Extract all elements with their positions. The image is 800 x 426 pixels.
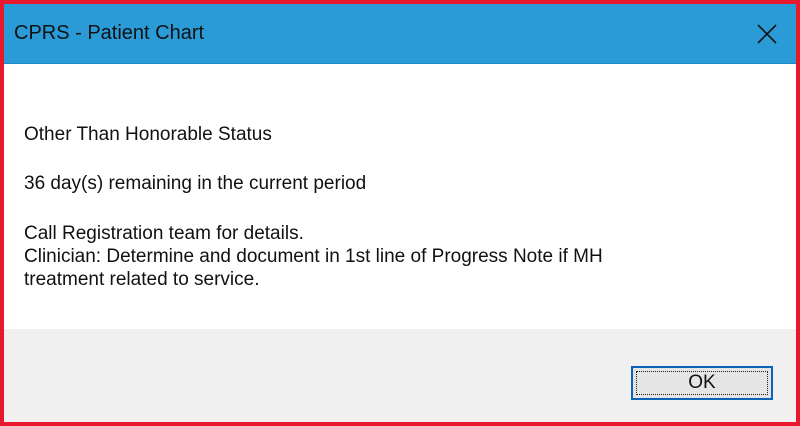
instruction-line: Call Registration team for details. (24, 223, 304, 244)
ok-button[interactable]: OK (631, 366, 773, 400)
instruction-line: Clinician: Determine and document in 1st… (24, 246, 603, 267)
message-area: Other Than Honorable Status 36 day(s) re… (4, 64, 796, 329)
instruction-line: treatment related to service. (24, 269, 260, 290)
window-title: CPRS - Patient Chart (14, 22, 205, 44)
status-message: Other Than Honorable Status (24, 124, 272, 145)
dialog-window: CPRS - Patient Chart Other Than Honorabl… (0, 0, 800, 426)
title-bar[interactable]: CPRS - Patient Chart (4, 4, 796, 64)
button-area: OK (4, 329, 796, 422)
close-icon (757, 24, 777, 44)
ok-button-label: OK (688, 372, 716, 393)
remaining-days-message: 36 day(s) remaining in the current perio… (24, 173, 367, 194)
close-button[interactable] (738, 4, 796, 63)
